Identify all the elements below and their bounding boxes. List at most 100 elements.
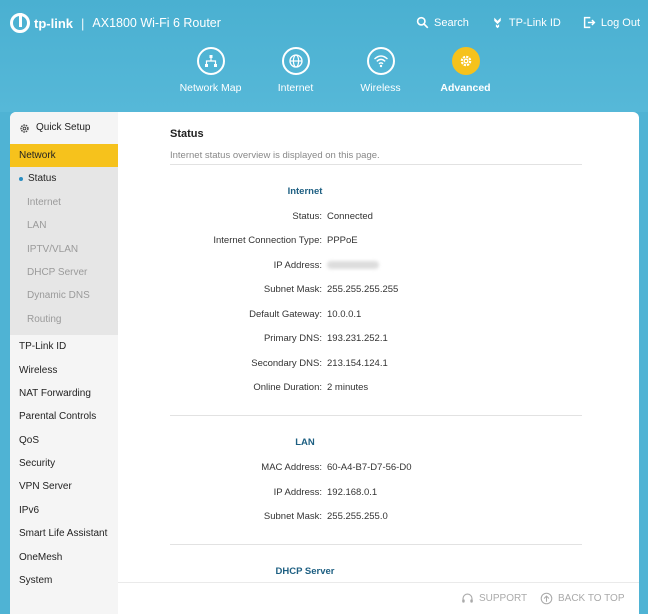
logout-label: Log Out bbox=[600, 16, 640, 29]
tplink-id-button[interactable]: TP-Link ID bbox=[491, 16, 561, 29]
info-value: Connected bbox=[327, 211, 373, 222]
info-row: Secondary DNS: 213.154.124.1 bbox=[170, 358, 582, 372]
section-title-dhcp: DHCP Server bbox=[275, 566, 335, 577]
nav-advanced[interactable]: Advanced bbox=[423, 47, 508, 94]
info-row: IP Address: 192.168.0.1 bbox=[170, 487, 582, 501]
brand-name: tp-link bbox=[34, 15, 73, 31]
brand-logo[interactable]: tp-link | AX1800 Wi-Fi 6 Router bbox=[10, 13, 221, 33]
nav-network-map[interactable]: Network Map bbox=[168, 47, 253, 94]
support-label: SUPPORT bbox=[479, 593, 528, 604]
nav-label: Internet bbox=[277, 82, 314, 94]
main-panel: Quick Setup Network Status Internet LAN … bbox=[10, 112, 639, 614]
info-row: Subnet Mask: 255.255.255.255 bbox=[170, 284, 582, 298]
info-label: IP Address: bbox=[273, 260, 322, 271]
info-label: Primary DNS: bbox=[263, 333, 322, 344]
info-value: 255.255.255.255 bbox=[327, 284, 399, 295]
info-value: 2 minutes bbox=[327, 382, 369, 393]
info-row: Online Duration: 2 minutes bbox=[170, 382, 582, 396]
sidebar: Quick Setup Network Status Internet LAN … bbox=[10, 112, 118, 614]
back-to-top-button[interactable]: BACK TO TOP bbox=[540, 592, 625, 605]
info-value: 193.231.252.1 bbox=[327, 333, 388, 344]
sidebar-item-smart-life-assistant[interactable]: Smart Life Assistant bbox=[10, 522, 118, 545]
tplink-logo-icon bbox=[10, 13, 30, 33]
sidebar-subitem-dynamic-dns[interactable]: Dynamic DNS bbox=[10, 284, 118, 307]
nav-label: Wireless bbox=[360, 82, 401, 94]
search-button[interactable]: Search bbox=[416, 16, 469, 29]
sidebar-item-security[interactable]: Security bbox=[10, 452, 118, 475]
headset-icon bbox=[462, 593, 473, 603]
logout-icon bbox=[583, 16, 596, 29]
info-value: PPPoE bbox=[327, 235, 358, 246]
sidebar-item-label: Quick Setup bbox=[36, 122, 91, 133]
sidebar-item-parental-controls[interactable]: Parental Controls bbox=[10, 405, 118, 428]
search-label: Search bbox=[434, 16, 469, 29]
info-value: 10.0.0.1 bbox=[327, 309, 362, 320]
sidebar-item-tplink-id[interactable]: TP-Link ID bbox=[10, 335, 118, 358]
sidebar-item-vpn-server[interactable]: VPN Server bbox=[10, 475, 118, 498]
section-title-lan: LAN bbox=[295, 437, 315, 448]
info-value: 192.168.0.1 bbox=[327, 487, 378, 498]
nav-wireless[interactable]: Wireless bbox=[338, 47, 423, 94]
main-nav: Network Map Internet Wireless Advanced bbox=[168, 47, 508, 94]
page-title: Status bbox=[170, 128, 204, 140]
sidebar-item-quick-setup[interactable]: Quick Setup bbox=[10, 112, 118, 144]
redacted-ip-blur bbox=[327, 261, 379, 270]
info-value: 255.255.255.0 bbox=[327, 511, 388, 522]
sidebar-subitem-lan[interactable]: LAN bbox=[10, 214, 118, 237]
gear-icon bbox=[451, 47, 480, 75]
active-dot-icon bbox=[19, 176, 23, 181]
sidebar-item-label: Status bbox=[28, 173, 57, 185]
sidebar-subitem-internet[interactable]: Internet bbox=[10, 191, 118, 214]
network-map-icon bbox=[196, 47, 225, 75]
sidebar-subitem-routing[interactable]: Routing bbox=[10, 308, 118, 331]
sidebar-subitem-dhcp-server[interactable]: DHCP Server bbox=[10, 261, 118, 284]
info-row: IP Address: bbox=[170, 260, 582, 274]
info-row: Subnet Mask: 255.255.255.0 bbox=[170, 511, 582, 525]
sidebar-item-qos[interactable]: QoS bbox=[10, 429, 118, 452]
section-divider bbox=[170, 415, 582, 416]
info-label: Subnet Mask: bbox=[263, 284, 322, 295]
info-label: Status: bbox=[292, 211, 322, 222]
sidebar-item-system[interactable]: System bbox=[10, 569, 118, 592]
info-label: Default Gateway: bbox=[249, 309, 322, 320]
sidebar-item-wireless[interactable]: Wireless bbox=[10, 359, 118, 382]
info-label: Secondary DNS: bbox=[251, 358, 322, 369]
info-row: Primary DNS: 193.231.252.1 bbox=[170, 333, 582, 347]
sidebar-subitem-status[interactable]: Status bbox=[10, 167, 118, 190]
nav-label: Network Map bbox=[179, 82, 242, 94]
section-divider bbox=[170, 544, 582, 545]
info-label: Internet Connection Type: bbox=[213, 235, 322, 246]
nav-internet[interactable]: Internet bbox=[253, 47, 338, 94]
info-label: IP Address: bbox=[273, 487, 322, 498]
info-row: Status: Connected bbox=[170, 211, 582, 225]
info-label: Online Duration: bbox=[253, 382, 322, 393]
router-model: AX1800 Wi-Fi 6 Router bbox=[92, 16, 221, 30]
globe-icon bbox=[281, 47, 310, 75]
info-label: MAC Address: bbox=[261, 462, 322, 473]
page-subtitle: Internet status overview is displayed on… bbox=[170, 150, 380, 161]
sidebar-subitem-iptv-vlan[interactable]: IPTV/VLAN bbox=[10, 238, 118, 261]
sidebar-item-network[interactable]: Network bbox=[10, 144, 118, 168]
support-button[interactable]: SUPPORT bbox=[461, 592, 527, 605]
logout-button[interactable]: Log Out bbox=[583, 16, 640, 29]
sidebar-item-ipv6[interactable]: IPv6 bbox=[10, 499, 118, 522]
wifi-icon bbox=[366, 47, 395, 75]
page-footer: SUPPORT BACK TO TOP bbox=[118, 582, 639, 614]
top-bar: tp-link | AX1800 Wi-Fi 6 Router Search T… bbox=[0, 0, 648, 112]
sidebar-item-onemesh[interactable]: OneMesh bbox=[10, 546, 118, 569]
tplink-id-icon bbox=[494, 17, 501, 29]
header-actions: Search TP-Link ID Log Out bbox=[416, 16, 640, 29]
nav-label: Advanced bbox=[440, 82, 491, 94]
info-value: 60-A4-B7-D7-56-D0 bbox=[327, 462, 412, 473]
search-icon bbox=[416, 16, 429, 29]
sidebar-item-nat-forwarding[interactable]: NAT Forwarding bbox=[10, 382, 118, 405]
brand-separator: | bbox=[81, 15, 85, 31]
tplink-id-label: TP-Link ID bbox=[508, 16, 561, 29]
info-value-redacted bbox=[327, 260, 379, 271]
title-divider bbox=[170, 164, 582, 165]
network-submenu: Status Internet LAN IPTV/VLAN DHCP Serve… bbox=[10, 167, 118, 336]
arrow-up-icon bbox=[540, 592, 553, 605]
back-to-top-label: BACK TO TOP bbox=[558, 593, 625, 604]
info-row: Default Gateway: 10.0.0.1 bbox=[170, 309, 582, 323]
gear-icon bbox=[20, 123, 29, 133]
